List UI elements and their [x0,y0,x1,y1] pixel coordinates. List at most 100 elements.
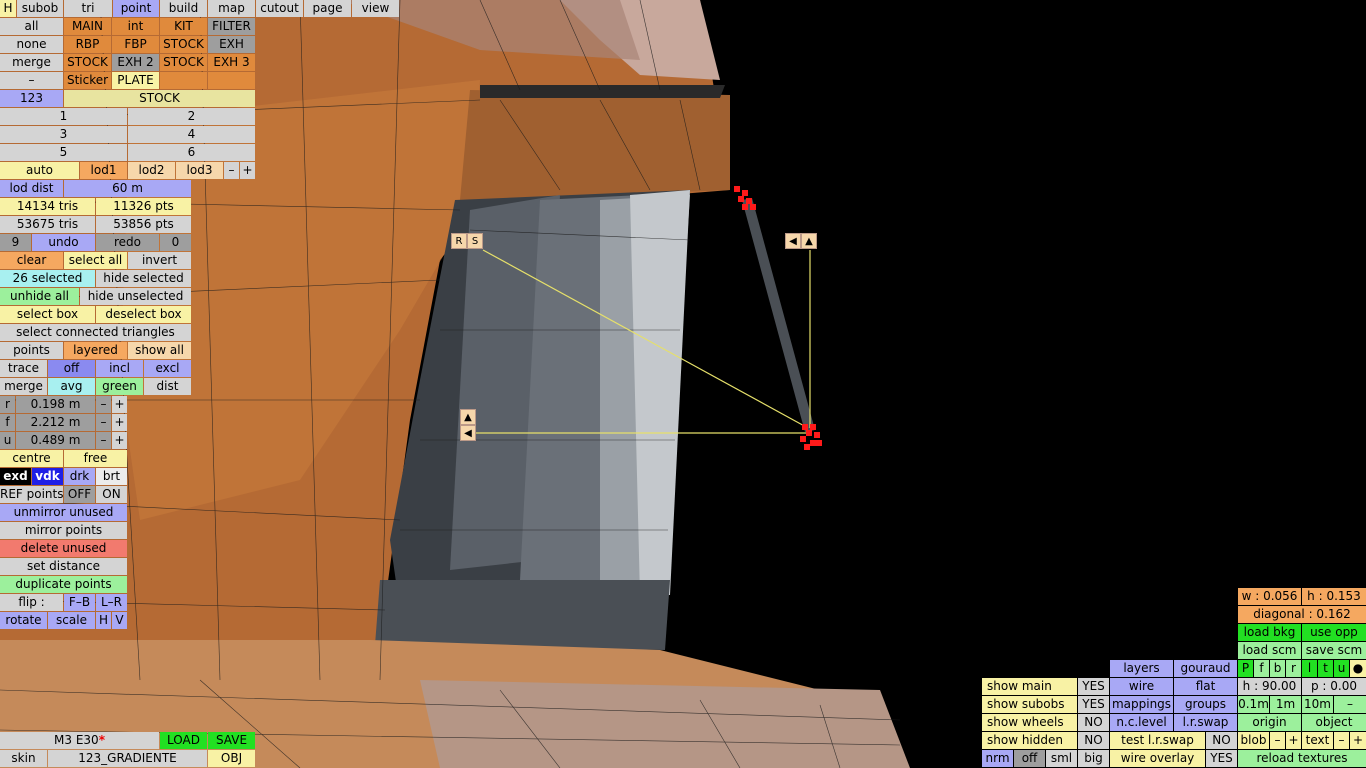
subob-current-name[interactable]: STOCK [64,90,255,107]
tab-h[interactable]: H [0,0,16,17]
subob-stock-2[interactable]: STOCK [64,54,111,71]
subob-main[interactable]: MAIN [64,18,111,35]
tab-point[interactable]: point [113,0,159,17]
subob-kit[interactable]: KIT [160,18,207,35]
show-subobs-toggle[interactable]: YES [1078,696,1109,713]
exd-toggle[interactable]: exd [0,468,31,485]
hide-unselected-button[interactable]: hide unselected [80,288,191,305]
ref-points-on[interactable]: ON [96,486,127,503]
ref-points-off[interactable]: OFF [64,486,95,503]
tab-build[interactable]: build [160,0,207,17]
slot-1[interactable]: 1 [0,108,127,125]
merge-subobs[interactable]: merge [0,54,63,71]
show-hidden-toggle[interactable]: NO [1078,732,1109,749]
slot-6[interactable]: 6 [128,144,255,161]
lod-minus[interactable]: – [224,162,239,179]
use-opp-button[interactable]: use opp [1302,624,1366,641]
flip-lr[interactable]: L–R [96,594,127,611]
subob-stock[interactable]: STOCK [160,36,207,53]
coord-r-value[interactable]: 0.198 m [16,396,95,413]
merge-dist[interactable]: dist [144,378,191,395]
move-left-handle-2[interactable]: ◀ [460,425,476,441]
select-all-button[interactable]: select all [64,252,127,269]
view-u[interactable]: u [1334,660,1349,677]
subob-exh[interactable]: EXH [208,36,255,53]
layered-mode[interactable]: layered [64,342,127,359]
select-none-subobs[interactable]: none [0,36,63,53]
normals-big[interactable]: big [1078,750,1109,767]
load-scm-button[interactable]: load scm [1238,642,1301,659]
lod1[interactable]: lod1 [80,162,127,179]
normals-label[interactable]: nrm [982,750,1013,767]
lod3[interactable]: lod3 [176,162,223,179]
tab-tri[interactable]: tri [64,0,112,17]
clear-button[interactable]: clear [0,252,63,269]
blob-minus[interactable]: – [1270,732,1285,749]
origin-button[interactable]: origin [1238,714,1301,731]
coord-r-minus[interactable]: – [96,396,111,413]
lod2[interactable]: lod2 [128,162,175,179]
save-scm-button[interactable]: save scm [1302,642,1366,659]
obj-button[interactable]: OBJ [208,750,255,767]
subob-number[interactable]: 123 [0,90,63,107]
trace-incl[interactable]: incl [96,360,143,377]
drk-toggle[interactable]: drk [64,468,95,485]
load-bkg-button[interactable]: load bkg [1238,624,1301,641]
subob-exh2[interactable]: EXH 2 [112,54,159,71]
layers-button[interactable]: layers [1110,660,1173,677]
view-dot[interactable]: ● [1350,660,1366,677]
subob-int[interactable]: int [112,18,159,35]
select-box-button[interactable]: select box [0,306,95,323]
merge-points-label[interactable]: merge [0,378,47,395]
slot-4[interactable]: 4 [128,126,255,143]
merge-avg[interactable]: avg [48,378,95,395]
wire-overlay-toggle[interactable]: YES [1206,750,1237,767]
pitch-readout[interactable]: p : 0.00 [1302,678,1366,695]
heading-readout[interactable]: h : 90.00 [1238,678,1301,695]
centre-button[interactable]: centre [0,450,63,467]
rotate-button[interactable]: rotate [0,612,47,629]
step-1m[interactable]: 1m [1270,696,1301,713]
nc-level-button[interactable]: n.c.level [1110,714,1173,731]
tab-subob[interactable]: subob [17,0,63,17]
mirror-points-button[interactable]: mirror points [0,522,127,539]
slot-2[interactable]: 2 [128,108,255,125]
object-button[interactable]: object [1302,714,1366,731]
lod-auto[interactable]: auto [0,162,79,179]
wire-button[interactable]: wire [1110,678,1173,695]
set-distance-button[interactable]: set distance [0,558,127,575]
move-left-handle[interactable]: ◀ [785,233,801,249]
trace-off[interactable]: off [48,360,95,377]
scale-button[interactable]: scale [48,612,95,629]
tab-view[interactable]: view [352,0,399,17]
subob-empty-1[interactable] [160,72,207,89]
slot-5[interactable]: 5 [0,144,127,161]
subob-plate[interactable]: PLATE [112,72,159,89]
subob-sticker[interactable]: Sticker [64,72,111,89]
subob-stock-3[interactable]: STOCK [160,54,207,71]
unmirror-unused-button[interactable]: unmirror unused [0,504,127,521]
tab-map[interactable]: map [208,0,255,17]
redo-button[interactable]: redo [96,234,159,251]
brt-toggle[interactable]: brt [96,468,127,485]
step-10m[interactable]: 10m [1302,696,1333,713]
coord-f-minus[interactable]: – [96,414,111,431]
lod-dist-value[interactable]: 60 m [64,180,191,197]
step-minus[interactable]: – [1334,696,1366,713]
test-lr-swap-toggle[interactable]: NO [1206,732,1237,749]
gouraud-button[interactable]: gouraud [1174,660,1237,677]
select-all-subobs[interactable]: all [0,18,63,35]
lr-swap-button[interactable]: l.r.swap [1174,714,1237,731]
show-wheels-toggle[interactable]: NO [1078,714,1109,731]
show-all-mode[interactable]: show all [128,342,191,359]
slot-3[interactable]: 3 [0,126,127,143]
text-plus[interactable]: + [1350,732,1366,749]
duplicate-points-button[interactable]: duplicate points [0,576,127,593]
mappings-button[interactable]: mappings [1110,696,1173,713]
rotate-handle[interactable]: R [451,233,467,249]
rotate-h[interactable]: H [96,612,111,629]
normals-off[interactable]: off [1014,750,1045,767]
select-connected-button[interactable]: select connected triangles [0,324,191,341]
coord-u-minus[interactable]: – [96,432,111,449]
coord-r-plus[interactable]: + [112,396,127,413]
